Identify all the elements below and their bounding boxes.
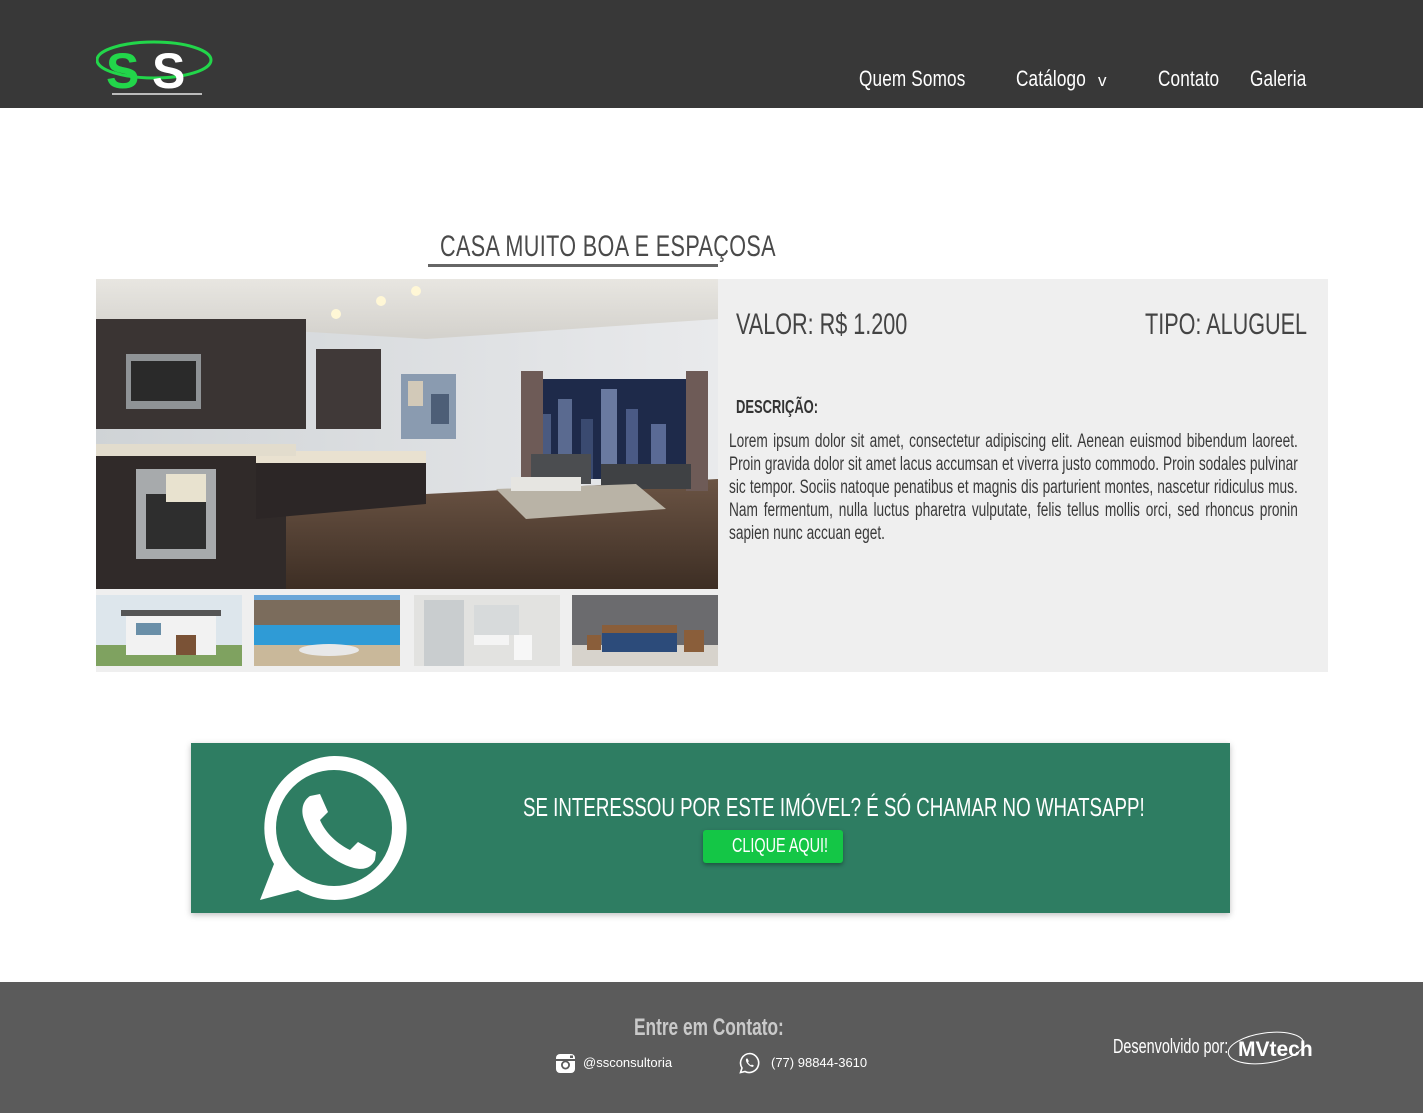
nav-catalogo[interactable]: Catálogo — [1016, 66, 1086, 92]
property-title: CASA MUITO BOA E ESPAÇOSA — [440, 230, 776, 263]
whatsapp-small-icon[interactable] — [739, 1052, 761, 1074]
nav-galeria[interactable]: Galeria — [1250, 66, 1306, 92]
svg-text:S: S — [106, 43, 139, 99]
footer-title: Entre em Contato: — [634, 1014, 784, 1041]
property-price: VALOR: R$ 1.200 — [736, 308, 908, 341]
clique-aqui-label: CLIQUE AQUI! — [732, 835, 829, 857]
mvtech-logo-text: MVtech — [1238, 1038, 1313, 1061]
thumbnail-bedroom[interactable] — [572, 595, 718, 666]
developed-by-label: Desenvolvido por: — [1113, 1036, 1229, 1058]
phone-number[interactable]: (77) 98844-3610 — [771, 1055, 867, 1070]
property-type: TIPO: ALUGUEL — [1145, 308, 1308, 341]
ss-consultoria-logo[interactable]: S S — [96, 38, 216, 100]
thumbnail-pool[interactable] — [254, 595, 400, 666]
thumbnail-bathroom[interactable] — [414, 595, 560, 666]
nav-contato[interactable]: Contato — [1158, 66, 1219, 92]
property-description: Lorem ipsum dolor sit amet, consectetur … — [729, 431, 1298, 544]
clique-aqui-button[interactable]: CLIQUE AQUI! — [703, 830, 843, 863]
title-underline — [428, 264, 718, 267]
instagram-icon[interactable] — [555, 1053, 576, 1074]
whatsapp-icon — [260, 755, 407, 900]
description-label: DESCRIÇÃO: — [736, 397, 819, 417]
nav-quem-somos[interactable]: Quem Somos — [859, 66, 965, 92]
svg-text:S: S — [152, 43, 185, 99]
thumbnail-house-exterior[interactable] — [96, 595, 242, 666]
mvtech-logo[interactable]: MVtech — [1226, 1030, 1322, 1066]
chevron-down-icon[interactable]: v — [1098, 71, 1107, 91]
property-main-photo[interactable] — [96, 279, 718, 589]
whatsapp-cta-text: SE INTERESSOU POR ESTE IMÓVEL? É SÓ CHAM… — [523, 792, 1145, 822]
instagram-handle[interactable]: @ssconsultoria — [583, 1055, 672, 1070]
